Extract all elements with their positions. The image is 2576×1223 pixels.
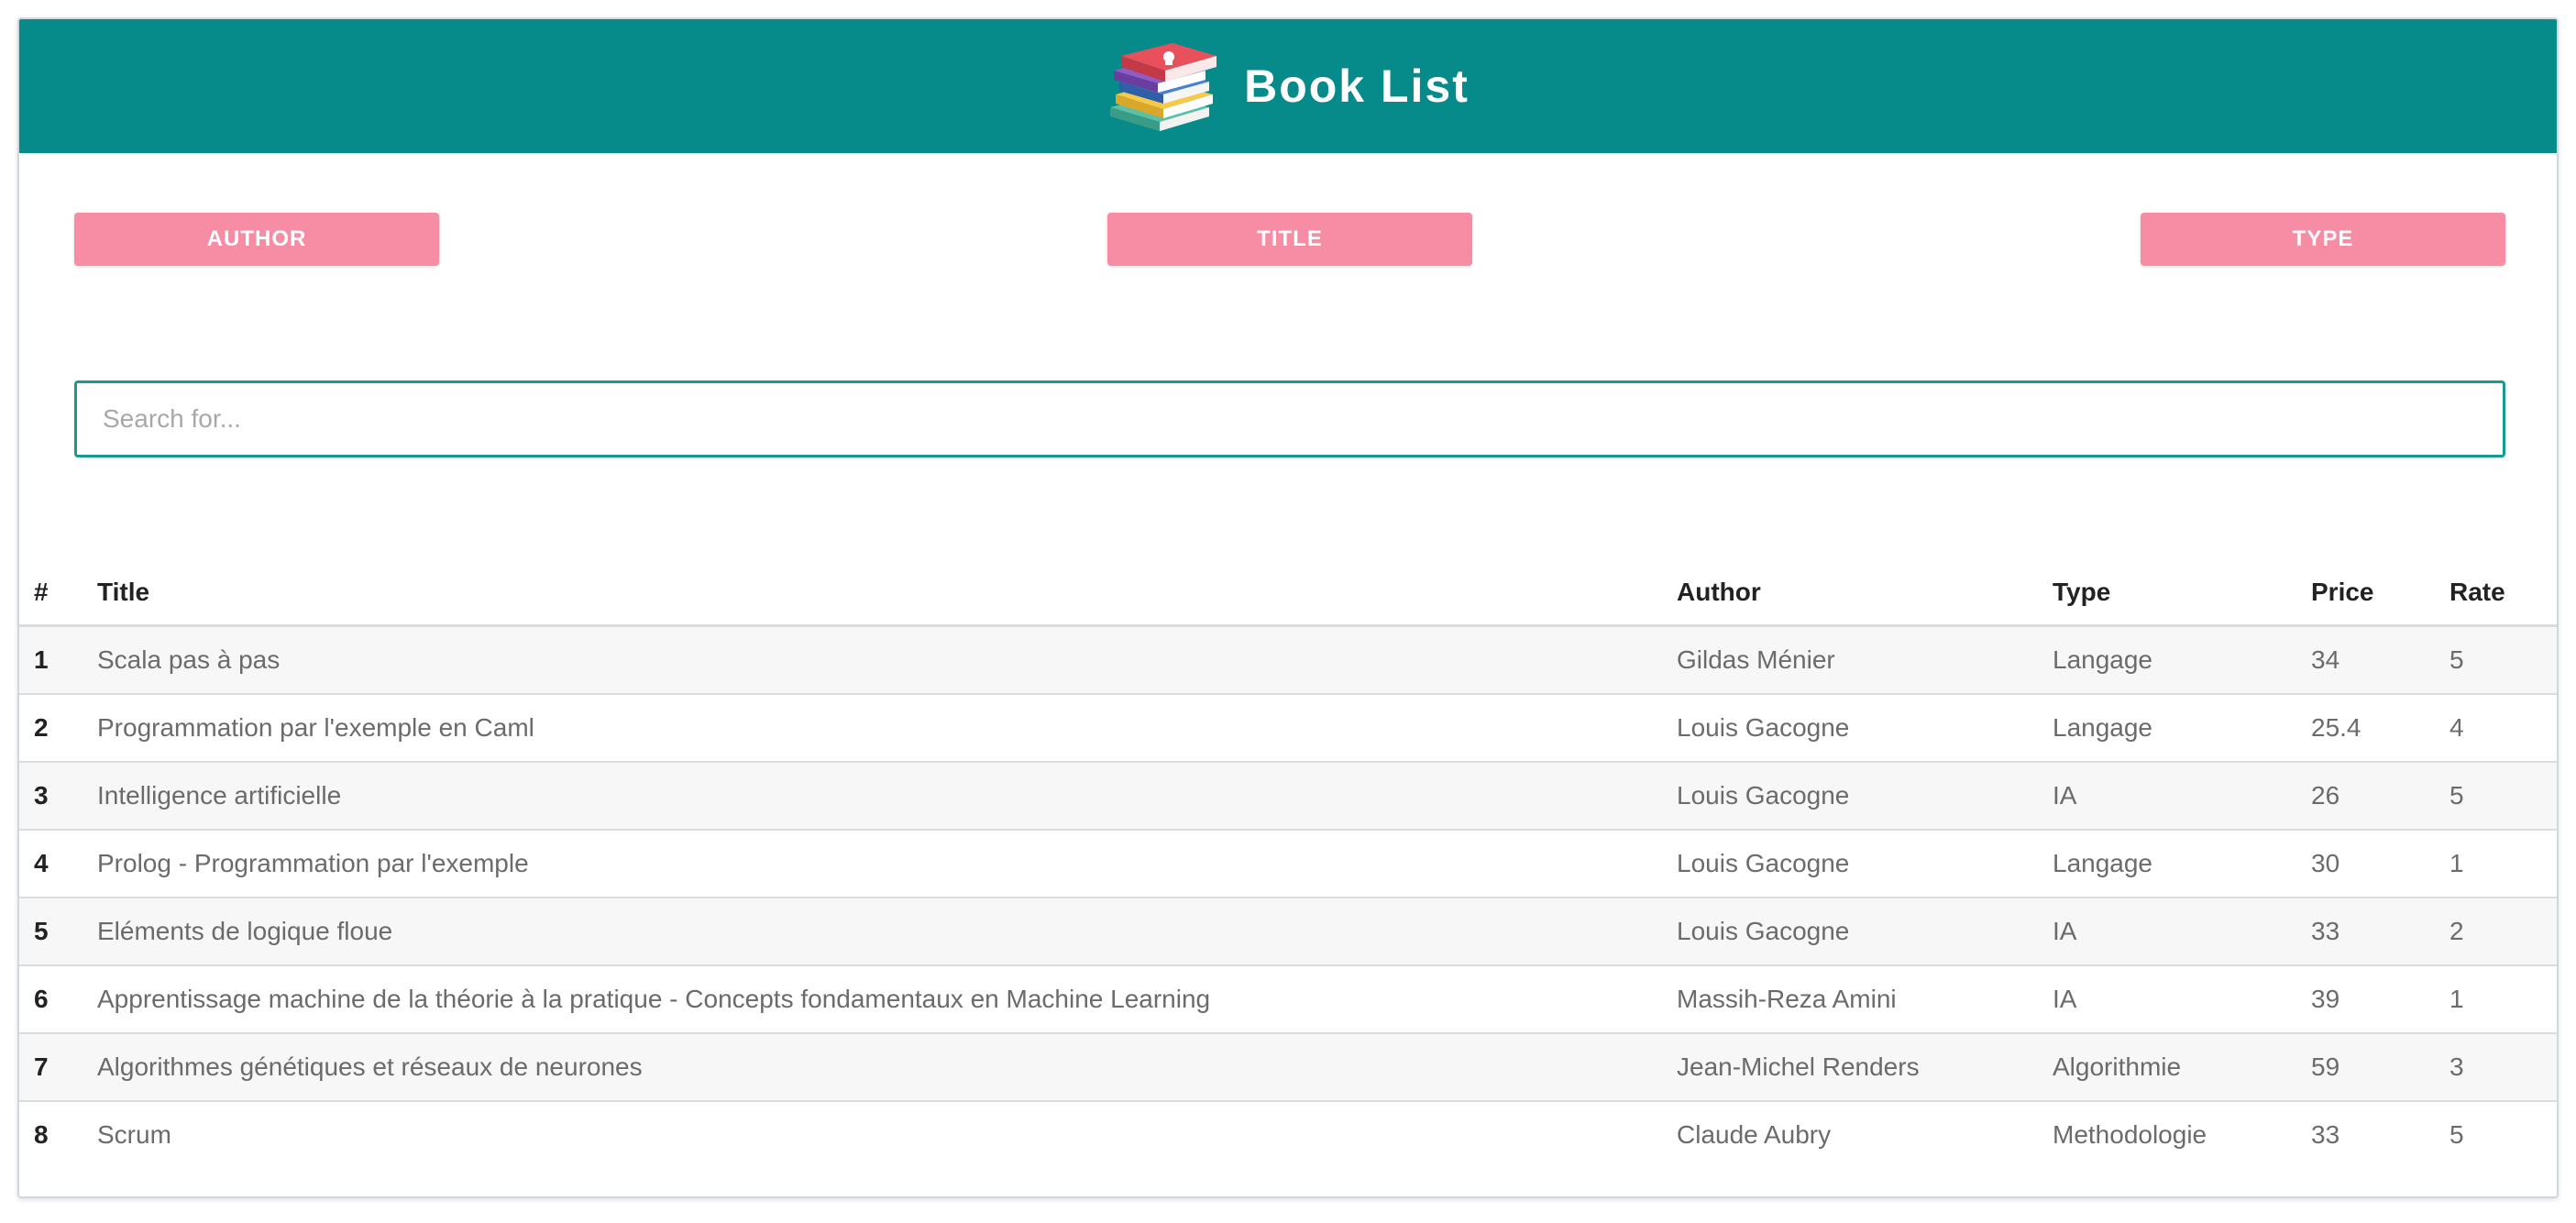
cell-price: 39	[2311, 965, 2449, 1034]
cell-rate: 5	[2449, 625, 2557, 695]
cell-author: Louis Gacogne	[1677, 898, 2053, 966]
books-table: # Title Author Type Price Rate 1 Scala pa…	[19, 560, 2557, 1168]
cell-type: IA	[2053, 898, 2311, 966]
cell-rate: 5	[2449, 1120, 2464, 1149]
table-body: 1 Scala pas à pas Gildas Ménier Langage 34 5 2…	[19, 625, 2557, 1169]
cell-title: Programmation par l'exemple en Caml	[97, 694, 1677, 763]
table-row[interactable]: 7 Algorithmes génétiques et réseaux de ne…	[19, 1033, 2557, 1102]
cell-author: Louis Gacogne	[1677, 694, 2053, 763]
cell-number: 8	[34, 1120, 49, 1149]
column-header-rate[interactable]: Rate	[2449, 560, 2557, 627]
cell-rate: 1	[2449, 830, 2557, 898]
cell-number: 3	[19, 762, 97, 831]
cell-title: Intelligence artificielle	[97, 762, 1677, 831]
cell-author: Louis Gacogne	[1677, 830, 2053, 898]
cell-title: Prolog - Programmation par l'exemple	[97, 830, 1677, 898]
book-list-card: Book List Author Title Type # Title Auth…	[17, 17, 2559, 1198]
table-row[interactable]: 6 Apprentissage machine de la théorie à l…	[19, 965, 2557, 1034]
cell-author: Jean-Michel Renders	[1677, 1033, 2053, 1102]
search-input[interactable]	[74, 380, 2505, 457]
filter-type-button[interactable]: Type	[2141, 213, 2505, 266]
cell-price: 25.4	[2311, 694, 2449, 763]
cell-price: 34	[2311, 625, 2449, 695]
cell-price: 33	[2311, 1120, 2340, 1149]
cell-price: 30	[2311, 830, 2449, 898]
cell-rate: 3	[2449, 1033, 2557, 1102]
cell-price: 33	[2311, 898, 2449, 966]
cell-author: Claude Aubry	[1677, 1120, 1832, 1149]
cell-type: Algorithmie	[2053, 1033, 2311, 1102]
cell-number: 7	[19, 1033, 97, 1102]
cell-type: Langage	[2053, 830, 2311, 898]
column-header-type[interactable]: Type	[2053, 560, 2311, 627]
cell-title: Algorithmes génétiques et réseaux de neu…	[97, 1033, 1677, 1102]
table-header-row: # Title Author Type Price Rate	[19, 560, 2557, 627]
cell-price: 26	[2311, 762, 2449, 831]
cell-price: 59	[2311, 1033, 2449, 1102]
cell-title: Scrum	[97, 1120, 171, 1149]
column-header-price[interactable]: Price	[2311, 560, 2449, 627]
table-row[interactable]: 2 Programmation par l'exemple en Caml Loui…	[19, 694, 2557, 763]
page-title: Book List	[1244, 61, 1470, 112]
column-header-number[interactable]: #	[19, 560, 97, 627]
header-bar: Book List	[19, 19, 2557, 153]
cell-number: 1	[19, 625, 97, 695]
filter-author-button[interactable]: Author	[74, 213, 439, 266]
column-header-title[interactable]: Title	[97, 560, 1677, 627]
cell-number: 6	[19, 965, 97, 1034]
table-row[interactable]: 4 Prolog - Programmation par l'exemple Lou…	[19, 830, 2557, 898]
cell-rate: 2	[2449, 898, 2557, 966]
cell-title: Apprentissage machine de la théorie à la…	[97, 965, 1677, 1034]
table-row[interactable]: 8 Scrum Claude Aubry Methodologie 33 5	[19, 1101, 2557, 1168]
cell-title: Scala pas à pas	[97, 625, 1677, 695]
cell-type: Langage	[2053, 694, 2311, 763]
cell-type: IA	[2053, 762, 2311, 831]
cell-rate: 4	[2449, 694, 2557, 763]
cell-number: 5	[19, 898, 97, 966]
filter-title-button[interactable]: Title	[1107, 213, 1472, 266]
table-row[interactable]: 5 Eléments de logique floue Louis Gacogne I…	[19, 898, 2557, 966]
table-row[interactable]: 3 Intelligence artificielle Louis Gacogne I…	[19, 762, 2557, 831]
cell-type: Langage	[2053, 625, 2311, 695]
cell-rate: 5	[2449, 762, 2557, 831]
books-stack-icon	[1110, 43, 1217, 131]
cell-type: Methodologie	[2053, 1120, 2207, 1149]
column-header-author[interactable]: Author	[1677, 560, 2053, 627]
table-row[interactable]: 1 Scala pas à pas Gildas Ménier Langage 34 5	[19, 625, 2557, 695]
cell-author: Gildas Ménier	[1677, 625, 2053, 695]
cell-type: IA	[2053, 965, 2311, 1034]
cell-author: Louis Gacogne	[1677, 762, 2053, 831]
cell-rate: 1	[2449, 965, 2557, 1034]
cell-number: 2	[19, 694, 97, 763]
cell-title: Eléments de logique floue	[97, 898, 1677, 966]
cell-author: Massih-Reza Amini	[1677, 965, 2053, 1034]
cell-number: 4	[19, 830, 97, 898]
